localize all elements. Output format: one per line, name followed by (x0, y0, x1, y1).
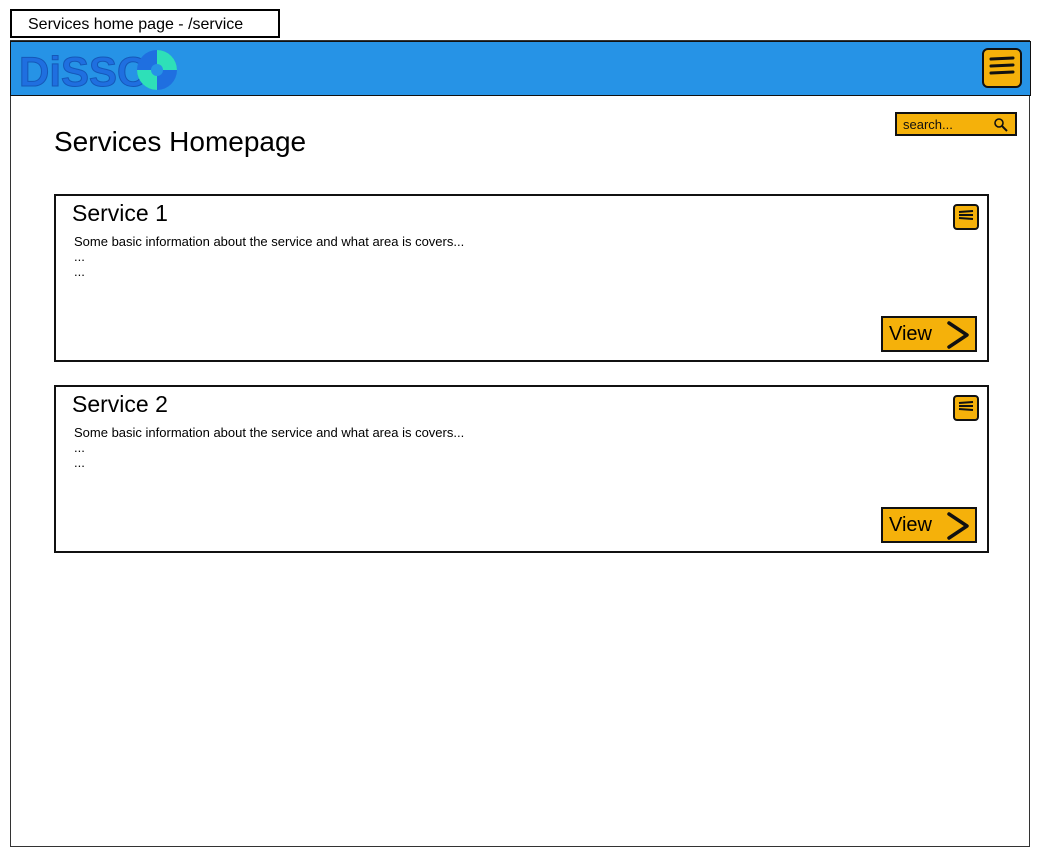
svg-text:DiSSC: DiSSC (19, 48, 147, 92)
top-header: DiSSC (10, 41, 1031, 96)
service-description: Some basic information about the service… (74, 234, 465, 279)
hamburger-icon (958, 208, 974, 226)
service-title[interactable]: Service 1 (72, 200, 168, 227)
view-service-button[interactable]: View (881, 507, 977, 543)
view-service-button[interactable]: View (881, 316, 977, 352)
hamburger-icon (989, 55, 1015, 82)
hamburger-icon (958, 399, 974, 417)
main-menu-button[interactable] (982, 48, 1022, 88)
page-tab-label: Services home page - /service (28, 16, 244, 33)
view-button-label: View (889, 322, 932, 345)
service-card: Service 2 Some basic information about t… (54, 385, 989, 553)
service-menu-button[interactable] (953, 204, 979, 230)
service-menu-button[interactable] (953, 395, 979, 421)
chevron-right-icon (943, 512, 971, 546)
service-card: Service 1 Some basic information about t… (54, 194, 989, 362)
chevron-right-icon (943, 321, 971, 355)
view-button-label: View (889, 513, 932, 536)
page-title: Services Homepage (54, 126, 307, 157)
search-input[interactable] (897, 116, 991, 132)
search-box[interactable] (895, 112, 1017, 136)
magnifier-icon[interactable] (993, 117, 1009, 138)
service-description: Some basic information about the service… (74, 425, 465, 470)
disco-logo[interactable]: DiSSC (19, 48, 189, 97)
page-tab: Services home page - /service (10, 9, 280, 38)
service-title[interactable]: Service 2 (72, 391, 168, 418)
